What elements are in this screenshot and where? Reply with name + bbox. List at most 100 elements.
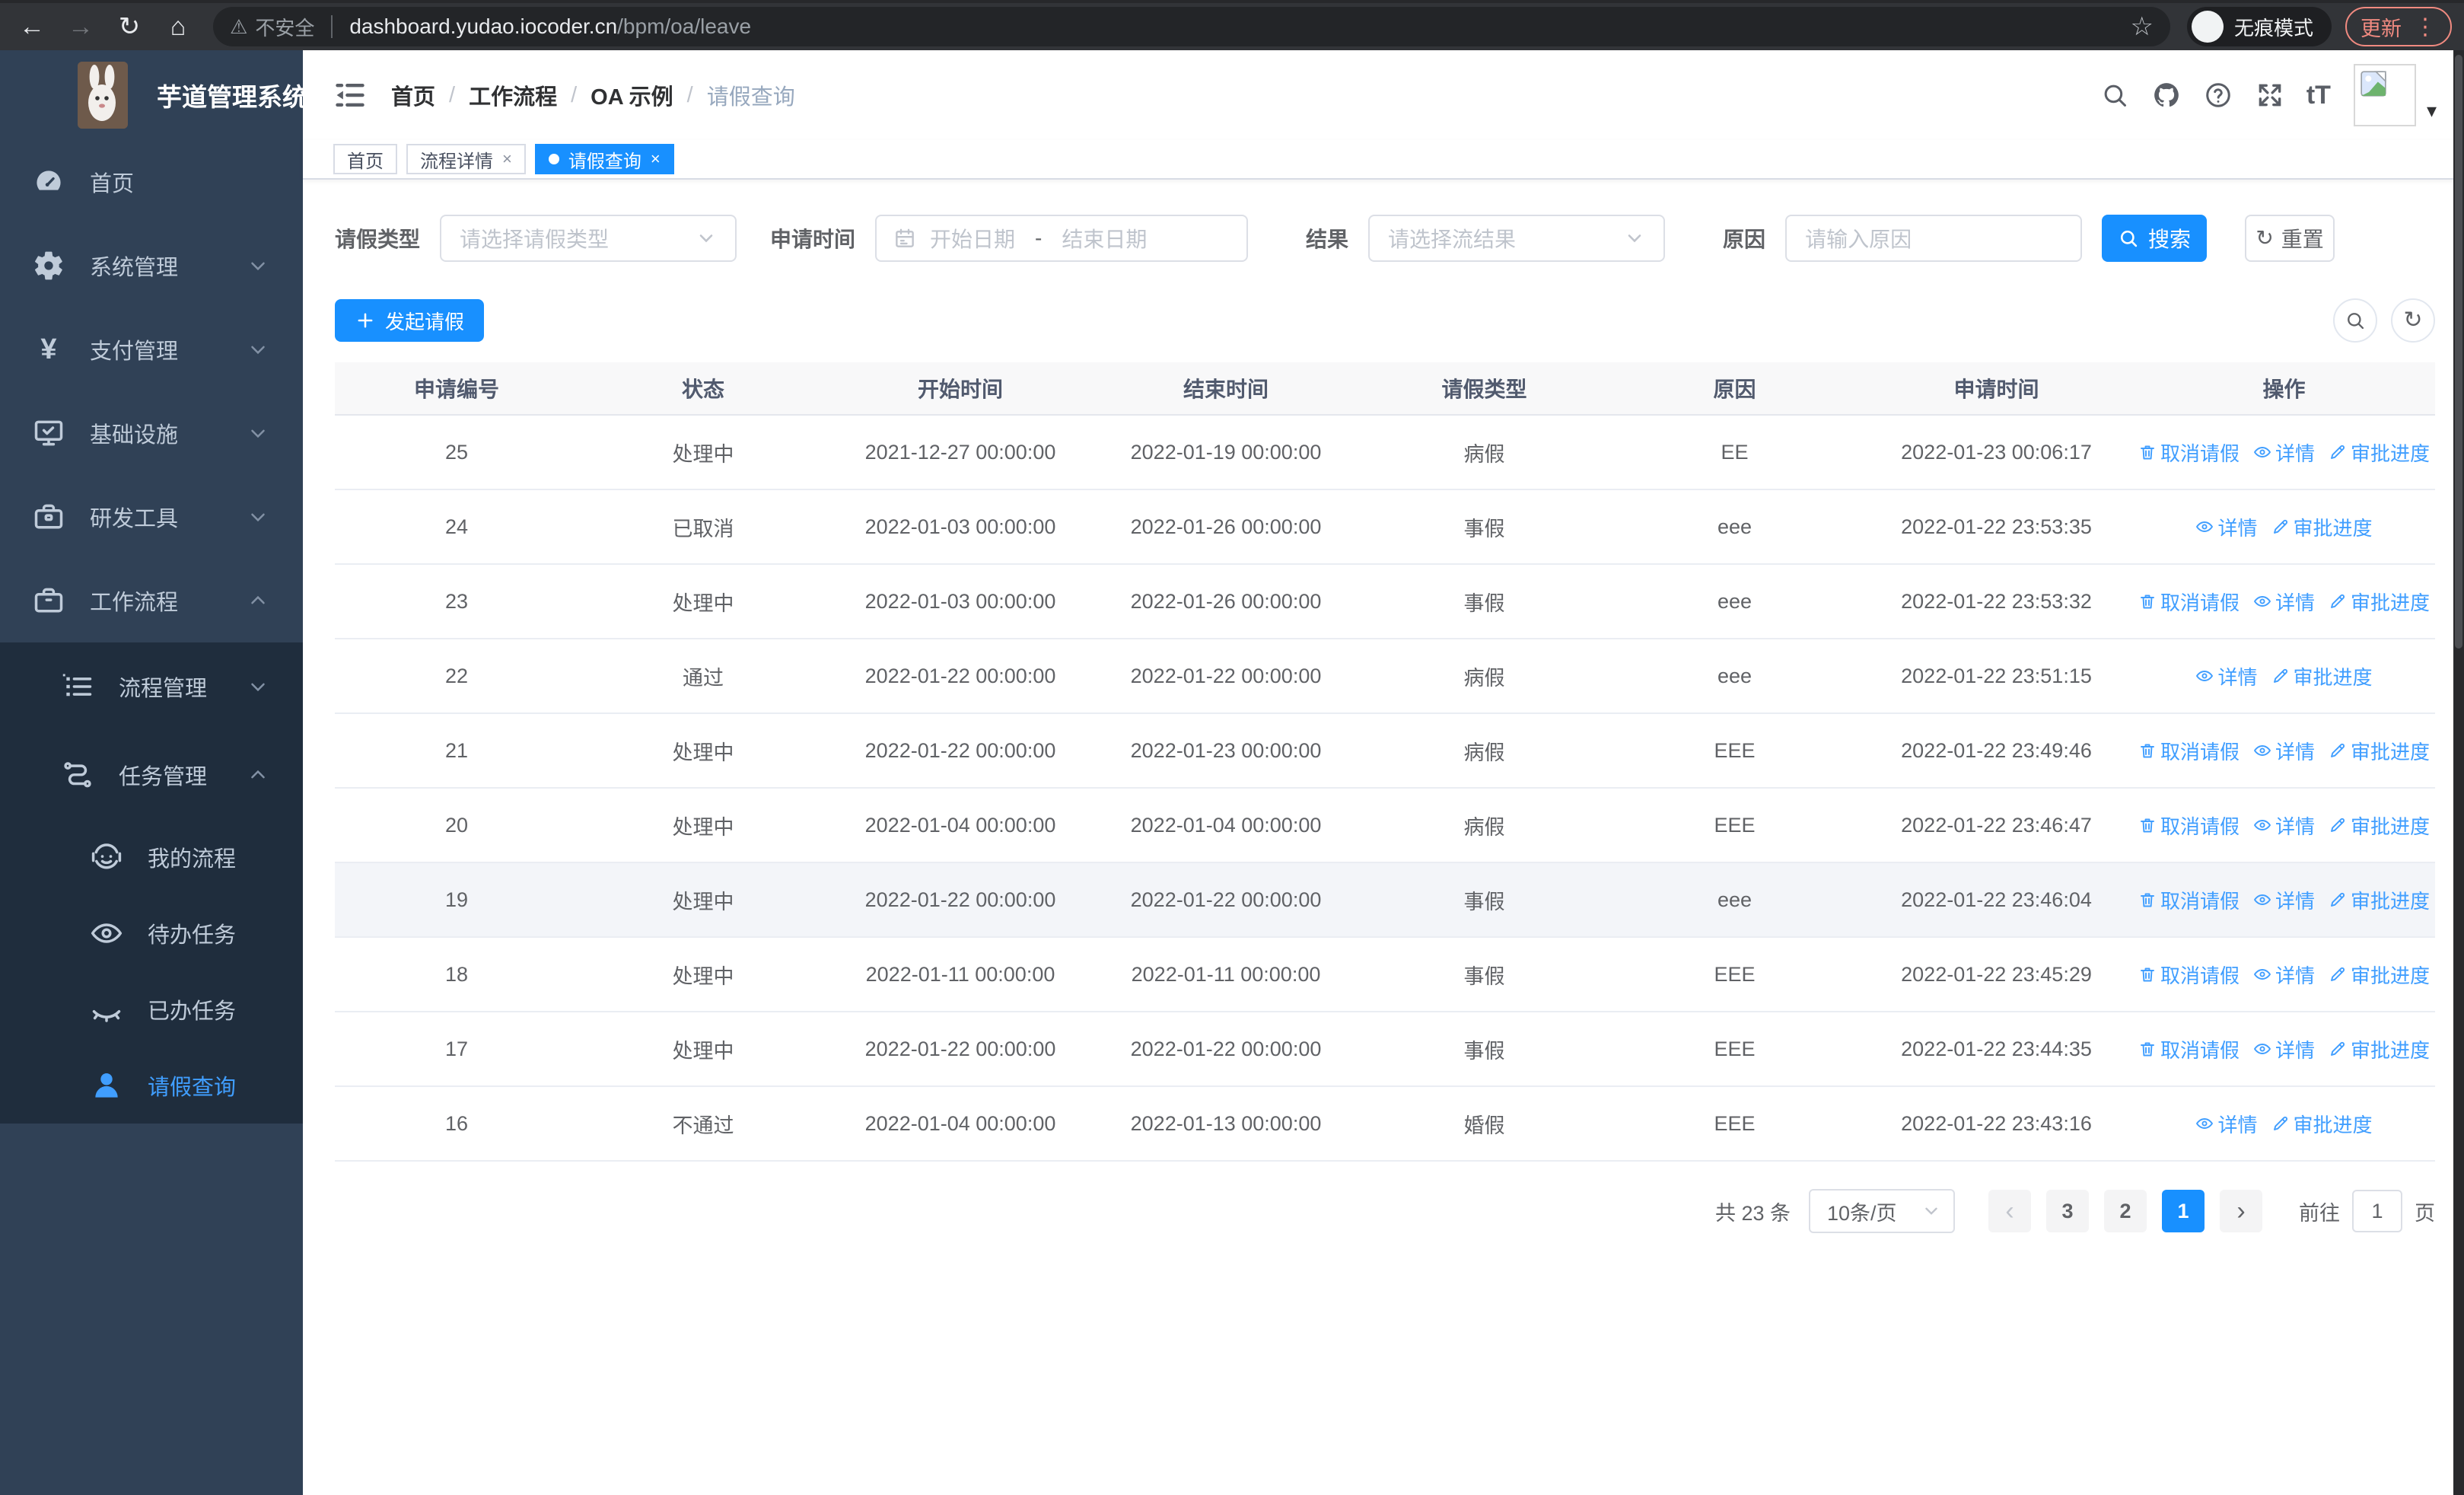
progress-action-link[interactable]: 审批进度 — [2329, 438, 2430, 467]
cell-start: 2021-12-27 00:00:00 — [864, 440, 1056, 464]
progress-action-link[interactable]: 审批进度 — [2329, 588, 2430, 616]
progress-action-link[interactable]: 审批进度 — [2329, 811, 2430, 840]
reset-button[interactable]: ↻ 重置 — [2245, 215, 2335, 262]
sidebar-item-11[interactable]: 请假查询 — [0, 1047, 303, 1124]
page-size-select[interactable]: 10条/页 — [1809, 1189, 1955, 1233]
cell-type: 事假 — [1463, 964, 1505, 988]
create-leave-button[interactable]: 发起请假 — [335, 299, 484, 342]
progress-action-link[interactable]: 审批进度 — [2329, 886, 2430, 914]
close-icon[interactable]: × — [502, 149, 512, 169]
cell-apply: 2022-01-22 23:45:29 — [1901, 962, 2092, 986]
leave-type-label: 请假类型 — [335, 228, 421, 251]
table-header-row: 申请编号 状态 开始时间 结束时间 请假类型 原因 申请时间 操作 — [335, 362, 2435, 416]
address-bar[interactable]: ⚠ 不安全 dashboard.yudao.iocoder.cn/bpm/oa/… — [213, 7, 2170, 46]
cancel-action-link[interactable]: 取消请假 — [2138, 886, 2240, 914]
browser-reload-icon[interactable]: ↻ — [105, 3, 154, 50]
browser-toolbar: ← → ↻ ⌂ ⚠ 不安全 dashboard.yudao.iocoder.cn… — [0, 0, 2464, 50]
progress-action-link[interactable]: 审批进度 — [2271, 662, 2373, 690]
logo-row[interactable]: 芋道管理系统 — [0, 50, 307, 140]
detail-action-link[interactable]: 详情 — [2253, 737, 2315, 765]
page-scrollbar[interactable] — [2453, 50, 2464, 1495]
breadcrumb-item-2[interactable]: OA 示例 — [591, 79, 673, 111]
cancel-action-label: 取消请假 — [2160, 740, 2240, 763]
sidebar-item-7[interactable]: 任务管理 — [0, 731, 303, 819]
github-icon[interactable] — [2151, 80, 2182, 110]
scrollbar-thumb[interactable] — [2455, 55, 2462, 649]
font-size-icon[interactable]: tT — [2306, 80, 2331, 110]
sidebar-item-3[interactable]: 基础设施 — [0, 391, 303, 475]
detail-action-link[interactable]: 详情 — [2253, 811, 2315, 840]
browser-forward-icon[interactable]: → — [56, 3, 105, 50]
pagination-total: 共 23 条 — [1714, 1201, 1791, 1225]
cancel-action-link[interactable]: 取消请假 — [2138, 588, 2240, 616]
browser-back-icon[interactable]: ← — [8, 3, 56, 50]
cancel-action-link[interactable]: 取消请假 — [2138, 1035, 2240, 1063]
search-icon[interactable] — [2099, 80, 2130, 110]
help-icon[interactable] — [2203, 80, 2233, 110]
monitor-icon — [32, 416, 65, 450]
sidebar-item-6[interactable]: 流程管理 — [0, 642, 303, 731]
prev-page-button[interactable]: ‹ — [1988, 1190, 2031, 1232]
detail-action-link[interactable]: 详情 — [2253, 1035, 2315, 1063]
sidebar-item-9[interactable]: 待办任务 — [0, 895, 303, 971]
leave-type-select[interactable]: 请选择请假类型 — [440, 215, 737, 262]
pen-icon — [2329, 443, 2347, 461]
browser-home-icon[interactable]: ⌂ — [154, 3, 202, 50]
result-select[interactable]: 请选择流结果 — [1368, 215, 1666, 262]
goto-page-input[interactable]: 1 — [2352, 1190, 2402, 1232]
sidebar-fold-icon[interactable] — [333, 78, 367, 112]
avatar-caret-icon[interactable]: ▾ — [2427, 99, 2437, 123]
detail-action-link[interactable]: 详情 — [2195, 513, 2258, 541]
sidebar-item-2[interactable]: ¥ 支付管理 — [0, 308, 303, 391]
sidebar-item-label: 待办任务 — [148, 923, 237, 948]
browser-menu-button[interactable]: 更新 ⋮ — [2345, 7, 2453, 46]
page-button-2[interactable]: 2 — [2104, 1190, 2147, 1232]
detail-action-link[interactable]: 详情 — [2253, 438, 2315, 467]
progress-action-link[interactable]: 审批进度 — [2271, 1110, 2373, 1138]
cell-start: 2022-01-04 00:00:00 — [864, 813, 1056, 837]
apply-time-range-picker[interactable]: 开始日期 - 结束日期 — [875, 215, 1249, 262]
sidebar-item-8[interactable]: 我的流程 — [0, 819, 303, 895]
breadcrumb-item-0[interactable]: 首页 — [391, 79, 435, 111]
detail-action-link[interactable]: 详情 — [2253, 886, 2315, 914]
cancel-action-link[interactable]: 取消请假 — [2138, 961, 2240, 989]
sidebar-item-label: 首页 — [90, 172, 135, 196]
sidebar-item-4[interactable]: 研发工具 — [0, 475, 303, 559]
sidebar-item-10[interactable]: 已办任务 — [0, 971, 303, 1047]
detail-action-link[interactable]: 详情 — [2253, 588, 2315, 616]
cancel-action-link[interactable]: 取消请假 — [2138, 737, 2240, 765]
progress-action-link[interactable]: 审批进度 — [2329, 1035, 2430, 1063]
cancel-action-link[interactable]: 取消请假 — [2138, 811, 2240, 840]
refresh-table-button[interactable]: ↻ — [2391, 298, 2435, 343]
page-button-3[interactable]: 3 — [2046, 1190, 2089, 1232]
search-button[interactable]: 搜索 — [2102, 215, 2208, 262]
sidebar-item-0[interactable]: 首页 — [0, 140, 303, 224]
sidebar-item-5[interactable]: 工作流程 — [0, 559, 303, 642]
table-toolbar: 发起请假 ↻ — [335, 298, 2435, 343]
toggle-search-button[interactable] — [2333, 298, 2377, 343]
next-page-button[interactable]: › — [2220, 1190, 2262, 1232]
cancel-action-link[interactable]: 取消请假 — [2138, 438, 2240, 467]
breadcrumb-item-1[interactable]: 工作流程 — [469, 79, 557, 111]
tab-0[interactable]: 首页 — [333, 144, 397, 174]
pen-icon — [2329, 592, 2347, 610]
reason-input[interactable]: 请输入原因 — [1785, 215, 2083, 262]
sidebar-item-1[interactable]: 系统管理 — [0, 224, 303, 308]
fullscreen-icon[interactable] — [2255, 80, 2285, 110]
tab-1[interactable]: 流程详情 × — [406, 144, 526, 174]
progress-action-link[interactable]: 审批进度 — [2271, 513, 2373, 541]
detail-action-link[interactable]: 详情 — [2253, 961, 2315, 989]
progress-action-link[interactable]: 审批进度 — [2329, 737, 2430, 765]
detail-action-link[interactable]: 详情 — [2195, 1110, 2258, 1138]
page-button-1[interactable]: 1 — [2162, 1190, 2205, 1232]
main-area: 首页 / 工作流程 / OA 示例 / 请假查询 tT ▾ 首页 流程详情 × 请假查询 × 请假类… — [303, 50, 2464, 1495]
avatar[interactable] — [2353, 64, 2416, 126]
tab-2[interactable]: 请假查询 × — [534, 144, 674, 174]
progress-action-link[interactable]: 审批进度 — [2329, 961, 2430, 989]
cell-start: 2022-01-22 00:00:00 — [864, 888, 1056, 911]
detail-action-link[interactable]: 详情 — [2195, 662, 2258, 690]
detail-action-label: 详情 — [2275, 889, 2316, 913]
bookmark-star-icon[interactable]: ☆ — [2131, 11, 2154, 42]
close-icon[interactable]: × — [651, 149, 661, 169]
breadcrumb: 首页 / 工作流程 / OA 示例 / 请假查询 — [391, 79, 795, 111]
